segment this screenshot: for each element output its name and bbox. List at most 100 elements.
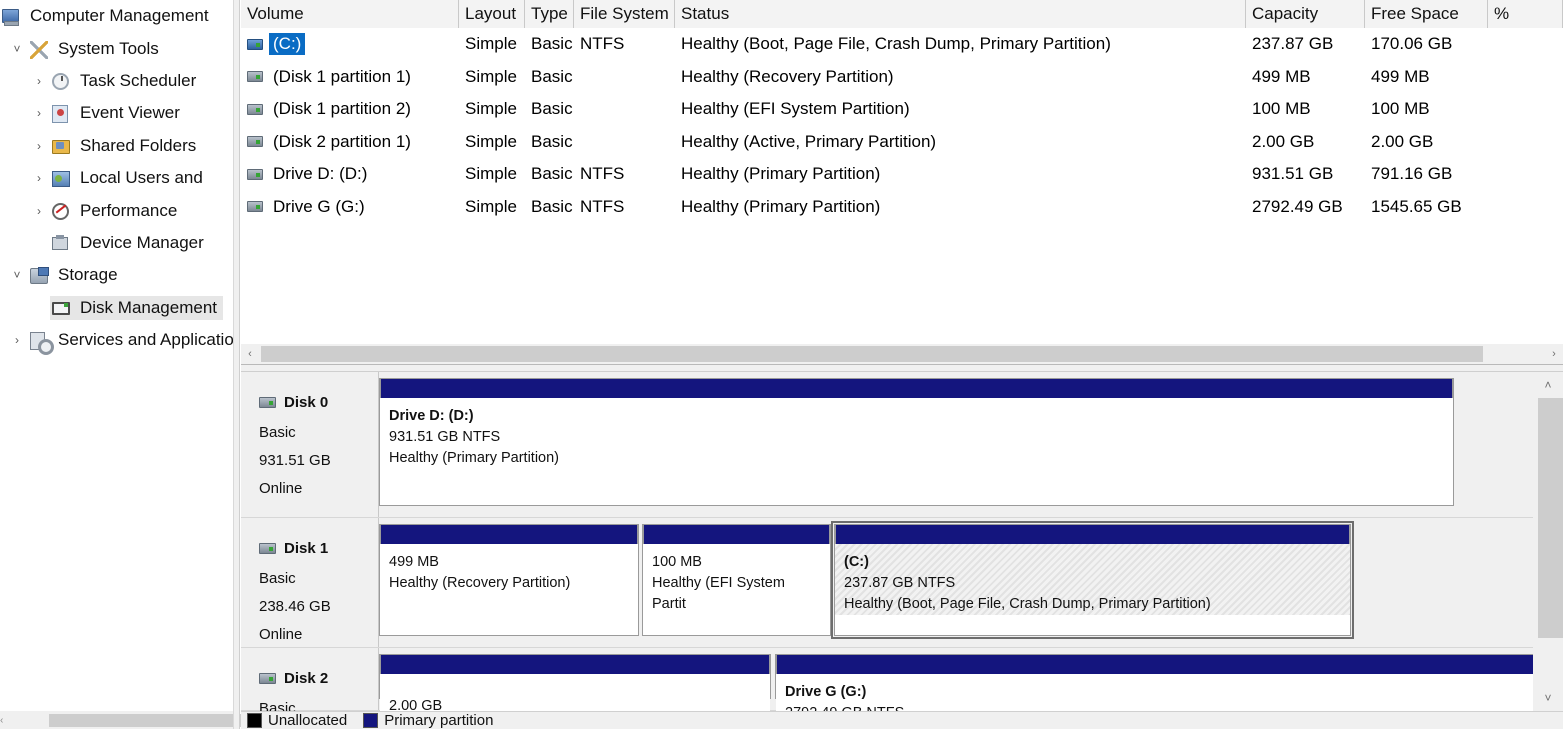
cell-volume[interactable]: (Disk 1 partition 1) — [241, 66, 459, 88]
partition-title: Drive G (G:) — [785, 684, 867, 700]
disk-management-icon-glyph — [52, 301, 70, 315]
folder-icon — [52, 136, 74, 156]
column-header-free-space[interactable]: Free Space — [1365, 0, 1488, 28]
disk-graphical-view[interactable]: Disk 0 Basic 931.51 GB Online Drive D: (D:) 9… — [241, 372, 1533, 711]
disk-name: Disk 2 — [284, 670, 329, 687]
column-header-file-system[interactable]: File System — [574, 0, 675, 28]
tree-item-task-scheduler[interactable]: › Task Scheduler — [0, 65, 240, 97]
partition-block[interactable]: (C:) 237.87 GB NTFS Healthy (Boot, Page Fi… — [831, 521, 1354, 639]
column-header-layout[interactable]: Layout — [459, 0, 525, 28]
cell-volume[interactable]: (Disk 1 partition 2) — [241, 98, 459, 120]
tree-item-shared-folders[interactable]: › Shared Folders — [0, 130, 240, 162]
volume-list[interactable]: Volume Layout Type File System Status Capacit… — [241, 0, 1563, 340]
disk-info-2[interactable]: Disk 2Basic2794.49 GB — [241, 648, 379, 711]
table-cell-capacity: 2.00 GB — [1252, 131, 1315, 151]
tree-item-event-viewer[interactable]: › Event Viewer — [0, 97, 240, 129]
disk-info-0[interactable]: Disk 0 Basic 931.51 GB Online — [241, 372, 379, 517]
tree-item-computer-management[interactable]: Computer Management — [0, 0, 240, 32]
partition-details: 2.00 GB — [380, 674, 770, 711]
twisty-collapsed-icon[interactable]: › — [6, 334, 28, 346]
column-header-volume[interactable]: Volume — [241, 0, 459, 28]
tree-horizontal-scrollbar[interactable]: ‹ › — [0, 711, 253, 729]
tree-item-content: Event Viewer — [50, 101, 186, 125]
table-cell-type: Basic — [531, 131, 573, 151]
disk-scroll-up-button[interactable]: ˄ — [1533, 372, 1563, 398]
table-cell-capacity: 499 MB — [1252, 66, 1311, 86]
table-row[interactable]: (C:) Simple Basic NTFS Healthy (Boot, Page F… — [241, 28, 1563, 61]
disk-view-vertical-scrollbar[interactable]: ˄ ˅ — [1533, 372, 1563, 711]
disk-name: Disk 1 — [284, 540, 329, 557]
partition-details: (C:) 237.87 GB NTFS Healthy (Boot, Page Fi… — [835, 544, 1350, 616]
partition-capacity-bar — [835, 524, 1350, 544]
disk-management-window: Computer Management ˅ System Tools › Task Sc… — [0, 0, 1563, 729]
list-scroll-left-button[interactable]: ‹ — [241, 344, 259, 364]
tree-item-content: Task Scheduler — [50, 69, 202, 93]
column-header-status[interactable]: Status — [675, 0, 1246, 28]
drive-icon — [247, 201, 263, 213]
services-icon-glyph — [30, 332, 45, 351]
twisty-collapsed-icon[interactable]: › — [28, 107, 50, 119]
partition-capacity-bar — [643, 524, 830, 544]
legend-label: Primary partition — [384, 712, 494, 729]
table-row[interactable]: Drive G (G:) Simple Basic NTFS Healthy (Prim… — [241, 191, 1563, 224]
services-icon — [30, 330, 52, 351]
volume-list-horizontal-scrollbar[interactable]: ‹ › — [241, 344, 1563, 364]
tree-item-performance[interactable]: › Performance — [0, 194, 240, 226]
disk-management-icon — [52, 298, 74, 318]
table-row[interactable]: Drive D: (D:) Simple Basic NTFS Healthy (Pri… — [241, 158, 1563, 191]
table-row[interactable]: (Disk 2 partition 1) Simple Basic Healthy (… — [241, 126, 1563, 159]
performance-icon — [52, 201, 74, 221]
volume-list-body[interactable]: (C:) Simple Basic NTFS Healthy (Boot, Page F… — [241, 28, 1563, 223]
tree-item-label: Device Manager — [80, 232, 204, 252]
twisty-expanded-icon[interactable]: ˅ — [6, 43, 28, 55]
cell-volume[interactable]: Drive G (G:) — [241, 196, 459, 218]
partition-title: Drive D: (D:) — [389, 408, 474, 424]
horizontal-splitter[interactable] — [241, 364, 1563, 372]
partition-block[interactable]: 100 MB Healthy (EFI System Partit — [642, 524, 831, 636]
disk-info-1[interactable]: Disk 1 Basic 238.46 GB Online — [241, 518, 379, 647]
tree-scroll-thumb[interactable] — [49, 713, 250, 727]
partition-block[interactable]: Drive D: (D:) 931.51 GB NTFS Healthy (Prim… — [379, 378, 1454, 506]
disk-size: 238.46 GB — [259, 598, 331, 615]
disk-scroll-track[interactable] — [1538, 398, 1563, 685]
list-scroll-right-button[interactable]: › — [1545, 344, 1563, 364]
tree-item-services-and-applications[interactable]: › Services and Applications — [0, 324, 240, 356]
tree-scroll-track[interactable] — [3, 711, 250, 729]
volume-name: (Disk 1 partition 2) — [273, 99, 411, 119]
disk-panel-1[interactable]: Disk 1 Basic 238.46 GB Online 499 MB Healthy … — [241, 518, 1533, 648]
vertical-splitter[interactable] — [233, 0, 240, 729]
table-row[interactable]: (Disk 1 partition 2) Simple Basic Healthy (… — [241, 93, 1563, 126]
table-cell-layout: Simple — [465, 164, 517, 184]
partition-block[interactable]: 499 MB Healthy (Recovery Partition) — [379, 524, 639, 636]
twisty-expanded-icon[interactable]: ˅ — [6, 269, 28, 281]
cell-volume[interactable]: (Disk 2 partition 1) — [241, 131, 459, 153]
computer-icon-glyph — [2, 9, 19, 24]
table-row[interactable]: (Disk 1 partition 1) Simple Basic Healthy (… — [241, 61, 1563, 94]
storage-icon — [30, 265, 52, 285]
column-header--[interactable]: % — [1488, 0, 1563, 28]
twisty-collapsed-icon[interactable]: › — [28, 75, 50, 87]
disk-scroll-thumb[interactable] — [1538, 398, 1563, 638]
tree-item-local-users-and[interactable]: › Local Users and — [0, 162, 240, 194]
list-scroll-thumb[interactable] — [261, 346, 1483, 362]
column-header-capacity[interactable]: Capacity — [1246, 0, 1365, 28]
tree-item-system-tools[interactable]: ˅ System Tools — [0, 32, 240, 64]
volume-list-header[interactable]: Volume Layout Type File System Status Capacit… — [241, 0, 1563, 28]
partition-block[interactable]: 2.00 GB — [379, 654, 771, 711]
cell-volume[interactable]: (C:) — [241, 33, 459, 56]
twisty-collapsed-icon[interactable]: › — [28, 140, 50, 152]
disk-panel-2[interactable]: Disk 2Basic2794.49 GB2.00 GBDrive G (G:)… — [241, 648, 1533, 711]
table-cell-free-space: 2.00 GB — [1371, 131, 1434, 151]
tree-item-storage[interactable]: ˅ Storage — [0, 259, 240, 291]
disk-scroll-down-button[interactable]: ˅ — [1533, 685, 1563, 711]
disk-panel-0[interactable]: Disk 0 Basic 931.51 GB Online Drive D: (D:) 9… — [241, 372, 1533, 518]
tree-item-disk-management[interactable]: Disk Management — [0, 292, 240, 324]
tree-item-device-manager[interactable]: Device Manager — [0, 227, 240, 259]
console-tree[interactable]: Computer Management ˅ System Tools › Task Sc… — [0, 0, 240, 711]
twisty-collapsed-icon[interactable]: › — [28, 172, 50, 184]
cell-volume[interactable]: Drive D: (D:) — [241, 163, 459, 185]
partition-block[interactable]: Drive G (G:) 2792.49 GB NTFS — [775, 654, 1533, 711]
list-scroll-track[interactable] — [259, 344, 1545, 364]
twisty-collapsed-icon[interactable]: › — [28, 205, 50, 217]
column-header-type[interactable]: Type — [525, 0, 574, 28]
